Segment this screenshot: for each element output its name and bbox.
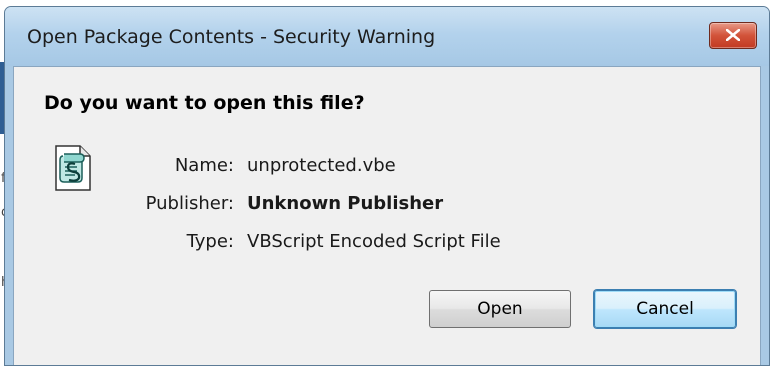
open-button[interactable]: Open bbox=[429, 290, 571, 328]
close-icon bbox=[726, 29, 740, 41]
dialog-question: Do you want to open this file? bbox=[44, 92, 365, 114]
title-bar[interactable]: Open Package Contents - Security Warning bbox=[5, 7, 769, 66]
dialog-title: Open Package Contents - Security Warning bbox=[27, 26, 436, 48]
security-warning-dialog: Open Package Contents - Security Warning… bbox=[4, 6, 770, 366]
type-value: VBScript Encoded Script File bbox=[247, 231, 501, 252]
name-label: Name: bbox=[174, 155, 234, 176]
publisher-row: Publisher: Unknown Publisher bbox=[14, 193, 760, 217]
type-label: Type: bbox=[186, 231, 234, 252]
name-row: Name: unprotected.vbe bbox=[14, 155, 760, 179]
name-value: unprotected.vbe bbox=[247, 155, 396, 176]
publisher-value: Unknown Publisher bbox=[247, 193, 444, 214]
cancel-button[interactable]: Cancel bbox=[594, 290, 736, 328]
dialog-body: Do you want to open this file? Name: unp… bbox=[13, 66, 761, 365]
publisher-label: Publisher: bbox=[145, 193, 234, 214]
type-row: Type: VBScript Encoded Script File bbox=[14, 231, 760, 255]
close-button[interactable] bbox=[709, 22, 757, 49]
